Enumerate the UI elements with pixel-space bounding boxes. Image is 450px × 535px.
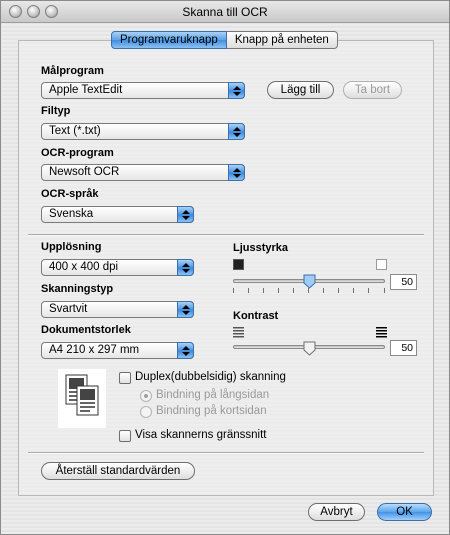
- file-type-value: Text (*.txt): [49, 125, 101, 137]
- file-type-select[interactable]: Text (*.txt): [41, 123, 245, 140]
- ocr-program-select[interactable]: Newsoft OCR: [41, 164, 245, 181]
- window-title: Skanna till OCR: [182, 5, 268, 19]
- show-scanner-interface-label: Visa skannerns gränssnitt: [135, 429, 267, 441]
- brightness-label: Ljusstyrka: [233, 242, 289, 254]
- scan-type-label: Skanningstyp: [41, 283, 114, 295]
- add-app-button[interactable]: Lägg till: [267, 81, 334, 99]
- section-divider: [28, 234, 424, 236]
- low-contrast-icon: [233, 327, 244, 338]
- short-edge-label: Bindning på kortsidan: [156, 405, 267, 417]
- dialog-window: Skanna till OCR Programvaruknapp Knapp p…: [0, 0, 450, 535]
- target-app-value: Apple TextEdit: [49, 84, 123, 96]
- brightness-slider-thumb[interactable]: [303, 274, 316, 289]
- short-edge-radio[interactable]: [140, 406, 152, 418]
- restore-defaults-button[interactable]: Återställ standardvärden: [41, 462, 195, 480]
- ocr-program-label: OCR-program: [41, 147, 114, 159]
- ocr-language-value: Svenska: [49, 208, 94, 220]
- high-contrast-icon: [376, 327, 387, 338]
- contrast-label: Kontrast: [233, 310, 279, 322]
- show-scanner-interface-checkbox[interactable]: [119, 430, 131, 442]
- target-app-select[interactable]: Apple TextEdit: [41, 82, 245, 99]
- target-app-label: Målprogram: [41, 65, 104, 77]
- long-edge-radio[interactable]: [140, 390, 152, 402]
- tab-bar: Programvaruknapp Knapp på enheten: [111, 31, 338, 49]
- document-size-value: A4 210 x 297 mm: [49, 344, 140, 356]
- ok-button[interactable]: OK: [377, 503, 432, 521]
- contrast-slider-thumb[interactable]: [303, 341, 316, 356]
- popup-arrows-icon: [177, 259, 194, 276]
- tab-software-button[interactable]: Programvaruknapp: [111, 31, 227, 49]
- contrast-value-field[interactable]: 50: [390, 340, 417, 356]
- scan-type-value: Svartvit: [49, 303, 88, 315]
- popup-arrows-icon: [228, 164, 245, 181]
- tab-device-button[interactable]: Knapp på enheten: [226, 31, 338, 49]
- cancel-button[interactable]: Avbryt: [308, 503, 365, 521]
- long-edge-label: Bindning på långsidan: [156, 389, 270, 401]
- popup-arrows-icon: [177, 301, 194, 318]
- scan-type-select[interactable]: Svartvit: [41, 301, 194, 318]
- duplex-label: Duplex(dubbelsidig) skanning: [135, 371, 286, 383]
- section-divider: [28, 452, 424, 454]
- popup-arrows-icon: [177, 342, 194, 359]
- file-type-label: Filtyp: [41, 105, 71, 117]
- remove-app-button[interactable]: Ta bort: [343, 81, 402, 99]
- document-size-select[interactable]: A4 210 x 297 mm: [41, 342, 194, 359]
- title-bar: Skanna till OCR: [1, 1, 449, 23]
- ocr-language-select[interactable]: Svenska: [41, 206, 194, 223]
- popup-arrows-icon: [228, 123, 245, 140]
- ocr-program-value: Newsoft OCR: [49, 166, 120, 178]
- brightness-value-field[interactable]: 50: [390, 274, 417, 290]
- popup-arrows-icon: [228, 82, 245, 99]
- document-size-label: Dokumentstorlek: [41, 324, 131, 336]
- duplex-preview-icon: [58, 369, 106, 428]
- light-swatch-icon: [376, 259, 387, 270]
- resolution-label: Upplösning: [41, 241, 102, 253]
- popup-arrows-icon: [177, 206, 194, 223]
- ocr-language-label: OCR-språk: [41, 188, 99, 200]
- duplex-checkbox[interactable]: [119, 372, 131, 384]
- dark-swatch-icon: [233, 259, 244, 270]
- resolution-select[interactable]: 400 x 400 dpi: [41, 259, 194, 276]
- resolution-value: 400 x 400 dpi: [49, 261, 119, 273]
